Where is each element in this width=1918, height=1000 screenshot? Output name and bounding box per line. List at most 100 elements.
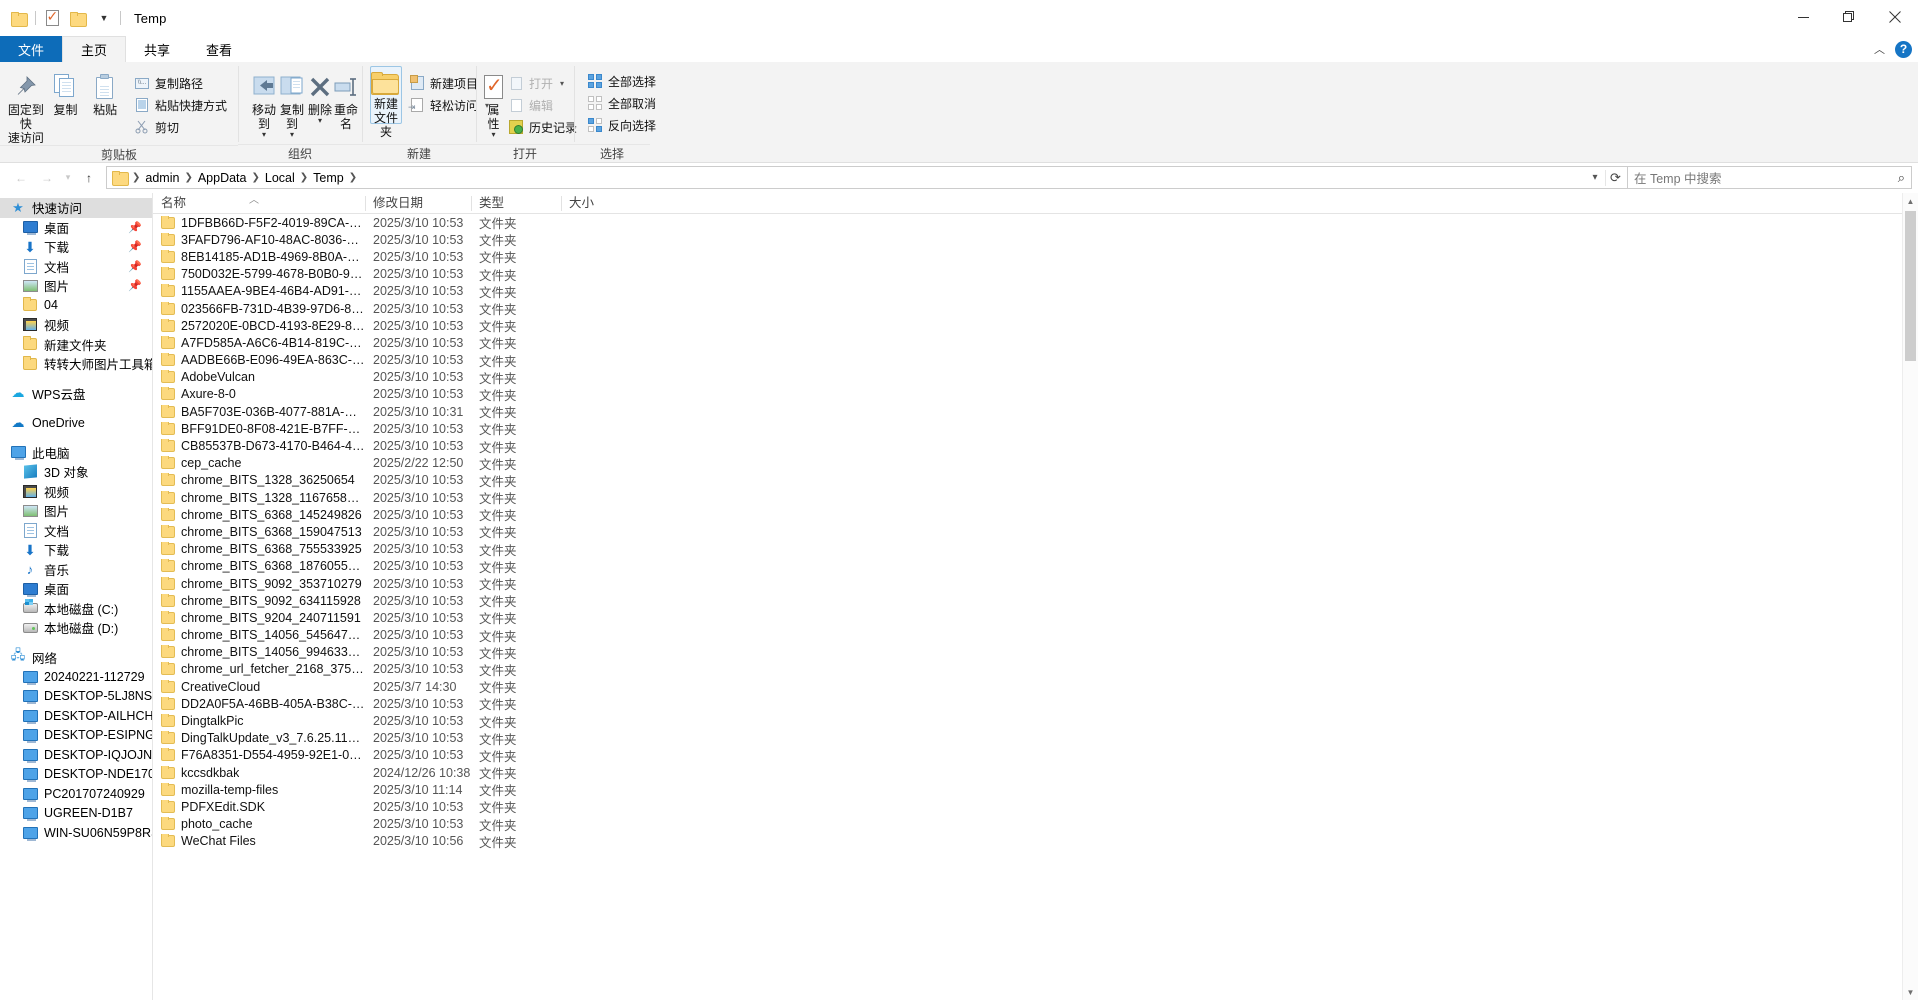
rename-button[interactable]: 重命名 (332, 66, 360, 131)
table-row[interactable]: chrome_BITS_6368_7555339252025/3/10 10:5… (153, 541, 1918, 558)
sidebar-item-3d-objects[interactable]: 3D 对象 (0, 462, 152, 482)
table-row[interactable]: kccsdkbak2024/12/26 10:38文件夹 (153, 764, 1918, 781)
cut-button[interactable]: 剪切 (129, 116, 232, 138)
select-none-button[interactable]: 全部取消 (582, 92, 661, 114)
breadcrumb-item-local[interactable]: Local (261, 168, 299, 188)
table-row[interactable]: chrome_BITS_6368_18760555772025/3/10 10:… (153, 558, 1918, 575)
vertical-scrollbar[interactable]: ▲ ▼ (1902, 193, 1918, 1000)
table-row[interactable]: 8EB14185-AD1B-4969-8B0A-EEA13B...2025/3/… (153, 248, 1918, 265)
sidebar-item-pc-ugreen[interactable]: UGREEN-D1B7 (0, 804, 152, 824)
search-icon[interactable]: ⌕ (1898, 170, 1905, 186)
table-row[interactable]: AADBE66B-E096-49EA-863C-7674241...2025/3… (153, 352, 1918, 369)
refresh-icon[interactable]: ⟳ (1605, 170, 1625, 186)
pin-icon[interactable]: 📌 (128, 279, 142, 292)
sidebar-item-pc-desktop[interactable]: 桌面 (0, 579, 152, 599)
delete-button[interactable]: 删除 ▾ (308, 66, 332, 124)
sidebar-item-this-pc[interactable]: 此电脑 (0, 443, 152, 463)
sidebar-item-pc-videos[interactable]: 视频 (0, 482, 152, 502)
sidebar-item-pc-downloads[interactable]: ⬇ 下载 (0, 540, 152, 560)
recent-locations-icon[interactable]: ▾ (60, 165, 76, 191)
sidebar-item-downloads[interactable]: ⬇ 下载 📌 (0, 237, 152, 257)
edit-button[interactable]: 编辑 (503, 94, 582, 116)
table-row[interactable]: chrome_BITS_9092_6341159282025/3/10 10:5… (153, 592, 1918, 609)
breadcrumb[interactable]: ❯ admin ❯ AppData ❯ Local ❯ Temp ❯ ▾ ⟳ (106, 166, 1628, 189)
chevron-down-icon[interactable]: ▼ (91, 5, 117, 31)
pin-icon[interactable]: 📌 (128, 221, 142, 234)
chevron-up-icon[interactable]: ︿ (1874, 41, 1885, 57)
copy-button[interactable]: 复制 (46, 66, 86, 117)
sidebar-item-pc-5lj8nsc[interactable]: DESKTOP-5LJ8NSC (0, 687, 152, 707)
sidebar-item-music[interactable]: ♪ 音乐 (0, 560, 152, 580)
sidebar-item-pictures[interactable]: 图片 📌 (0, 276, 152, 296)
table-row[interactable]: 750D032E-5799-4678-B0B0-96C8448...2025/3… (153, 266, 1918, 283)
breadcrumb-separator[interactable]: ❯ (183, 172, 193, 183)
sidebar-item-image-toolbox[interactable]: 转转大师图片工具箱 (0, 354, 152, 374)
table-row[interactable]: PDFXEdit.SDK2025/3/10 10:53文件夹 (153, 798, 1918, 815)
sidebar-item-pc-201707240929[interactable]: PC201707240929 (0, 784, 152, 804)
table-row[interactable]: WeChat Files2025/3/10 10:56文件夹 (153, 833, 1918, 850)
scroll-down-arrow[interactable]: ▼ (1903, 984, 1918, 1000)
scrollbar-thumb[interactable] (1905, 211, 1916, 361)
table-row[interactable]: BA5F703E-036B-4077-881A-D52B49E...2025/3… (153, 403, 1918, 420)
table-row[interactable]: 023566FB-731D-4B39-97D6-81C5157...2025/3… (153, 300, 1918, 317)
sidebar-item-onedrive[interactable]: ☁ OneDrive (0, 413, 152, 433)
table-row[interactable]: chrome_url_fetcher_2168_3759844432025/3/… (153, 661, 1918, 678)
sidebar-item-wps-cloud[interactable]: ☁ WPS云盘 (0, 384, 152, 404)
column-header-name[interactable]: ︿ 名称 (153, 193, 365, 214)
minimize-icon[interactable] (1780, 0, 1826, 34)
sidebar-item-pc-nde170k[interactable]: DESKTOP-NDE170K (0, 765, 152, 785)
close-icon[interactable] (1872, 0, 1918, 34)
scroll-up-arrow[interactable]: ▲ (1903, 193, 1918, 209)
table-row[interactable]: 3FAFD796-AF10-48AC-8036-417D417...2025/3… (153, 231, 1918, 248)
table-row[interactable]: mozilla-temp-files2025/3/10 11:14文件夹 (153, 781, 1918, 798)
table-row[interactable]: F76A8351-D554-4959-92E1-0DDB0F2...2025/3… (153, 747, 1918, 764)
paste-shortcut-button[interactable]: 粘贴快捷方式 (129, 94, 232, 116)
chevron-down-icon[interactable]: ▾ (491, 132, 495, 138)
table-row[interactable]: 2572020E-0BCD-4193-8E29-8A09A62...2025/3… (153, 317, 1918, 334)
table-row[interactable]: chrome_BITS_1328_11676585572025/3/10 10:… (153, 489, 1918, 506)
tab-home[interactable]: 主页 (62, 36, 126, 62)
back-arrow-icon[interactable]: ← (8, 165, 34, 191)
tab-view[interactable]: 查看 (188, 36, 250, 62)
open-button[interactable]: 打开 ▾ (503, 72, 582, 94)
table-row[interactable]: photo_cache2025/3/10 10:53文件夹 (153, 816, 1918, 833)
table-row[interactable]: chrome_BITS_6368_1590475132025/3/10 10:5… (153, 523, 1918, 540)
column-header-size[interactable]: 大小 (561, 193, 629, 214)
sidebar-item-04[interactable]: 04 (0, 296, 152, 316)
sidebar-item-disk-d[interactable]: 本地磁盘 (D:) (0, 618, 152, 638)
new-folder-button[interactable]: 新建 文件夹 (370, 66, 402, 124)
properties-check-icon[interactable] (39, 5, 65, 31)
up-arrow-icon[interactable]: ↑ (76, 165, 102, 191)
column-header-date[interactable]: 修改日期 (365, 193, 471, 214)
copy-path-button[interactable]: \\... 复制路径 (129, 72, 232, 94)
table-row[interactable]: DingTalkUpdate_v3_7.6.25.110510808...202… (153, 730, 1918, 747)
sidebar-item-documents[interactable]: 文档 📌 (0, 257, 152, 277)
table-row[interactable]: A7FD585A-A6C6-4B14-819C-577DAA...2025/3/… (153, 334, 1918, 351)
table-row[interactable]: Axure-8-02025/3/10 10:53文件夹 (153, 386, 1918, 403)
pin-icon[interactable]: 📌 (128, 240, 142, 253)
breadcrumb-separator[interactable]: ❯ (250, 172, 260, 183)
pin-to-quick-access-button[interactable]: 固定到快 速访问 (6, 66, 46, 145)
sidebar-item-pc-documents[interactable]: 文档 (0, 521, 152, 541)
sidebar-item-disk-c[interactable]: 本地磁盘 (C:) (0, 599, 152, 619)
sidebar-item-quick-access[interactable]: ★ 快速访问 (0, 198, 152, 218)
table-row[interactable]: chrome_BITS_14056_5456471702025/3/10 10:… (153, 627, 1918, 644)
table-row[interactable]: cep_cache2025/2/22 12:50文件夹 (153, 455, 1918, 472)
folder-icon[interactable] (6, 5, 32, 31)
breadcrumb-item-admin[interactable]: admin (141, 168, 183, 188)
table-row[interactable]: chrome_BITS_9092_3537102792025/3/10 10:5… (153, 575, 1918, 592)
sidebar-item-new-folder[interactable]: 新建文件夹 (0, 335, 152, 355)
table-row[interactable]: DingtalkPic2025/3/10 10:53文件夹 (153, 712, 1918, 729)
table-row[interactable]: 1DFBB66D-F5F2-4019-89CA-D6DA16...2025/3/… (153, 214, 1918, 231)
history-button[interactable]: 历史记录 (503, 116, 582, 138)
search-input[interactable]: 在 Temp 中搜索 ⌕ (1628, 166, 1912, 189)
sidebar-item-pc-ailhch1[interactable]: DESKTOP-AILHCH1 (0, 706, 152, 726)
table-row[interactable]: 1155AAEA-9BE4-46B4-AD91-D7DC5E...2025/3/… (153, 283, 1918, 300)
copy-to-button[interactable]: 复制到 ▾ (278, 66, 306, 138)
sidebar-item-pc-winsu06[interactable]: WIN-SU06N59P8RS (0, 823, 152, 843)
chevron-down-icon[interactable]: ▾ (1585, 172, 1605, 183)
table-row[interactable]: CreativeCloud2025/3/7 14:30文件夹 (153, 678, 1918, 695)
pin-icon[interactable]: 📌 (128, 260, 142, 273)
table-row[interactable]: DD2A0F5A-46BB-405A-B38C-8AD102...2025/3/… (153, 695, 1918, 712)
sidebar-item-pc-pictures[interactable]: 图片 (0, 501, 152, 521)
